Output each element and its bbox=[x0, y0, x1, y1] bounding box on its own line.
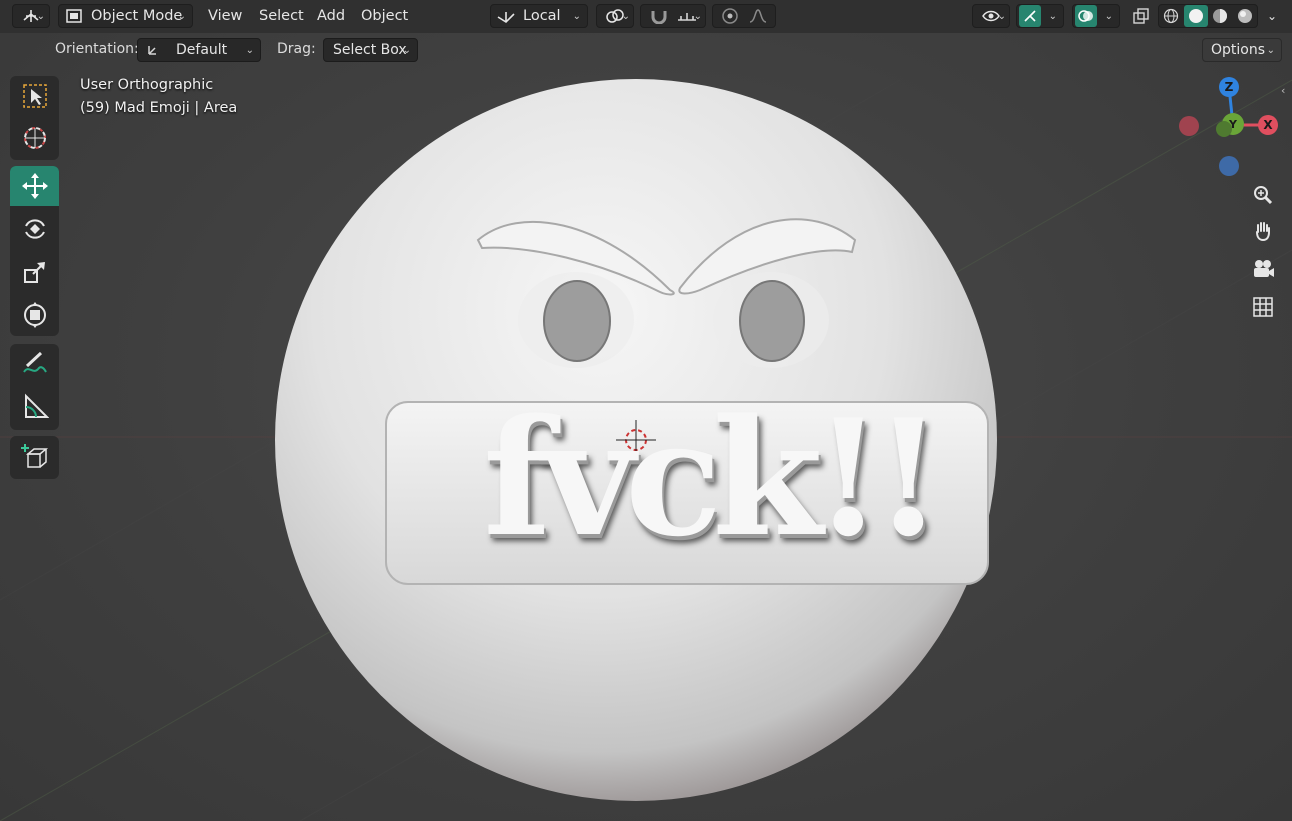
gizmo-toggle[interactable]: ⌄ bbox=[1016, 4, 1064, 28]
zoom-icon bbox=[1254, 186, 1273, 205]
orientation-value: Default bbox=[176, 42, 228, 58]
orientation-gizmo-icon bbox=[148, 46, 156, 55]
grid-icon bbox=[1253, 297, 1273, 317]
gizmo-neg-y[interactable] bbox=[1216, 121, 1232, 137]
3d-viewport[interactable]: fvck!! User Orthographic (59) Mad Emoji … bbox=[0, 0, 1292, 821]
solid-shading-button[interactable] bbox=[1183, 5, 1208, 27]
menu-view[interactable]: View bbox=[202, 4, 248, 28]
left-eye bbox=[543, 280, 611, 362]
material-shading-button[interactable] bbox=[1208, 5, 1233, 27]
solid-sphere-icon bbox=[1188, 9, 1203, 23]
toolbar-group-add bbox=[10, 436, 59, 479]
proportional-edit-controls[interactable] bbox=[712, 4, 776, 28]
view-name: User Orthographic bbox=[80, 77, 214, 93]
object-mode-icon bbox=[66, 9, 82, 23]
transform-icon bbox=[23, 302, 46, 328]
snap-magnet-icon bbox=[651, 11, 667, 24]
menu-select[interactable]: Select bbox=[253, 4, 310, 28]
select-box-tool[interactable] bbox=[10, 76, 59, 116]
orientation-axes-icon bbox=[497, 12, 515, 24]
gizmo-x-axis[interactable]: X bbox=[1258, 115, 1278, 135]
xray-toggle[interactable] bbox=[1128, 4, 1154, 28]
zoom-button[interactable] bbox=[1247, 179, 1279, 211]
transform-tool[interactable] bbox=[10, 295, 59, 335]
shading-options-dropdown[interactable]: ⌄ bbox=[1260, 4, 1284, 28]
drag-label: Drag: bbox=[277, 41, 316, 57]
move-tool[interactable] bbox=[10, 166, 59, 206]
ortho-toggle-button[interactable] bbox=[1247, 291, 1279, 323]
overlays-toggle[interactable]: ⌄ bbox=[1072, 4, 1120, 28]
scale-icon bbox=[23, 262, 45, 283]
mode-dropdown[interactable]: Object Mode ⌄ bbox=[58, 4, 193, 28]
options-dropdown[interactable]: Options ⌄ bbox=[1202, 38, 1282, 62]
rendered-sphere-icon bbox=[1237, 9, 1252, 23]
camera-icon bbox=[1254, 260, 1274, 277]
wireframe-icon bbox=[1164, 8, 1179, 24]
overlays-icon bbox=[1075, 5, 1097, 27]
gizmo-x-label: X bbox=[1263, 118, 1273, 132]
measure-icon bbox=[24, 393, 49, 418]
transform-orientation-label: Local bbox=[523, 8, 561, 24]
menu-add[interactable]: Add bbox=[311, 4, 351, 28]
menu-object[interactable]: Object bbox=[355, 4, 414, 28]
add-cube-tool[interactable] bbox=[10, 437, 59, 477]
options-label: Options bbox=[1211, 42, 1266, 58]
rendered-shading-button[interactable] bbox=[1233, 5, 1258, 27]
camera-view-button[interactable] bbox=[1247, 253, 1279, 285]
add-cube-icon bbox=[20, 444, 48, 468]
wireframe-shading-button[interactable] bbox=[1159, 5, 1184, 27]
shading-mode-buttons bbox=[1158, 4, 1258, 28]
gizmo-z-label: Z bbox=[1224, 80, 1234, 94]
rotate-icon bbox=[24, 219, 45, 239]
toolbar-group-transform bbox=[10, 166, 59, 336]
drag-value: Select Box bbox=[333, 42, 407, 58]
hand-icon bbox=[1256, 222, 1270, 242]
object-info: (59) Mad Emoji | Area bbox=[80, 100, 238, 116]
visibility-dropdown[interactable]: ⌄ bbox=[972, 4, 1010, 28]
falloff-curve-icon bbox=[749, 9, 767, 23]
orientation-label: Orientation: bbox=[55, 41, 139, 57]
annotate-tool[interactable] bbox=[10, 344, 59, 384]
select-box-icon bbox=[22, 84, 47, 108]
toolbar-group-annotate bbox=[10, 344, 59, 430]
gizmo-z-axis[interactable]: Z bbox=[1219, 77, 1239, 97]
scale-tool[interactable] bbox=[10, 252, 59, 292]
drag-dropdown[interactable]: Select Box ⌄ bbox=[323, 38, 418, 62]
sidebar-toggle-icon[interactable]: ‹ bbox=[1281, 84, 1285, 97]
toolbar-group-select bbox=[10, 76, 59, 160]
orientation-dropdown[interactable]: Default ⌄ bbox=[137, 38, 261, 62]
gizmo-neg-x[interactable] bbox=[1179, 116, 1199, 136]
mouth-text: fvck!! bbox=[483, 384, 944, 572]
pan-button[interactable] bbox=[1247, 215, 1279, 247]
viewport-header: ⌄ Object Mode ⌄ View Select Add Object L… bbox=[0, 0, 1292, 33]
material-sphere-icon bbox=[1213, 9, 1228, 23]
gizmo-icon bbox=[1019, 5, 1041, 27]
gizmo-neg-z[interactable] bbox=[1219, 156, 1239, 176]
transform-orientation-dropdown[interactable]: Local ⌄ bbox=[490, 4, 588, 28]
cursor-tool[interactable] bbox=[10, 118, 59, 158]
annotate-icon bbox=[22, 351, 47, 373]
cursor-icon bbox=[23, 127, 46, 149]
pivot-point-dropdown[interactable]: ⌄ bbox=[596, 4, 634, 28]
snap-controls[interactable]: ⌄ bbox=[640, 4, 706, 28]
xray-icon bbox=[1133, 8, 1149, 24]
measure-tool[interactable] bbox=[10, 387, 59, 427]
rotate-tool[interactable] bbox=[10, 209, 59, 249]
proportional-edit-icon bbox=[722, 8, 738, 24]
move-icon bbox=[21, 173, 48, 199]
editor-type-button[interactable]: ⌄ bbox=[12, 4, 50, 28]
right-eye bbox=[739, 280, 805, 362]
mode-label: Object Mode bbox=[91, 8, 183, 24]
